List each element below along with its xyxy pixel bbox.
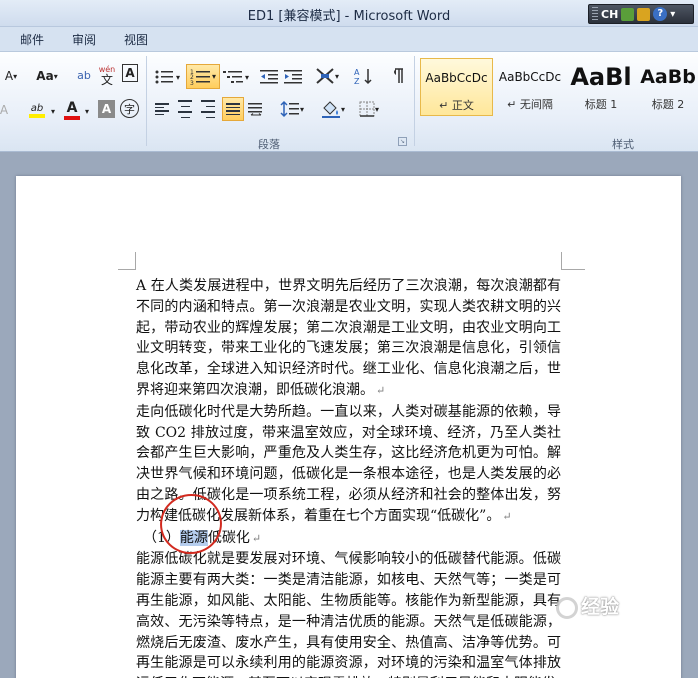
change-case-button[interactable]: Aa ▾ [32, 66, 62, 86]
paragraph-group-label: 段落 [258, 138, 280, 151]
char-border-button[interactable]: A [122, 64, 138, 82]
sort-button[interactable]: AZ [352, 64, 376, 88]
clear-format-icon[interactable]: ab [74, 64, 94, 86]
style-preview: AaBb [640, 66, 696, 88]
style-name: ↵ 正文 [439, 99, 474, 112]
style-no-spacing[interactable]: AaBbCcDc ↵ 无间隔 [496, 58, 564, 116]
style-preview: AaBl [570, 63, 632, 91]
tab-mailings[interactable]: 邮件 [20, 31, 44, 48]
style-name: 标题 1 [584, 98, 618, 111]
align-center-button[interactable] [175, 99, 195, 119]
style-normal[interactable]: AaBbCcDc ↵ 正文 [420, 58, 493, 116]
grip-icon[interactable] [592, 7, 598, 21]
chinese-layout-button[interactable]: ▾ [312, 64, 342, 88]
language-bar[interactable]: CH ? ▾ [588, 4, 694, 24]
ribbon-tabs: 邮件 审阅 视图 [0, 27, 698, 51]
multilevel-list-icon [222, 71, 243, 83]
styles-group-label: 样式 [612, 138, 634, 151]
borders-icon [359, 101, 375, 117]
chevron-down-icon[interactable]: ▾ [48, 102, 58, 120]
paragraph-mark-icon: ↵ [376, 383, 386, 397]
justify-button[interactable] [222, 97, 244, 121]
svg-text:A: A [354, 68, 360, 77]
svg-text:3: 3 [190, 80, 194, 86]
chevron-down-icon[interactable]: ▾ [670, 9, 675, 20]
ime-mode-icon[interactable] [621, 7, 635, 21]
enclose-char-button[interactable]: 字 [120, 99, 139, 118]
watermark-ring-icon [556, 596, 578, 619]
increase-indent-button[interactable] [282, 66, 304, 88]
style-name: 标题 2 [651, 98, 685, 111]
borders-button[interactable]: ▾ [354, 97, 384, 121]
line-spacing-button[interactable]: ▾ [278, 97, 306, 121]
document-body[interactable]: A 在人类发展进程中，世界文明先后经历了三次浪潮，每次浪潮都有不同的内涵和特点。… [136, 276, 561, 678]
margin-crop-mark [118, 252, 136, 270]
numbering-icon: 123 [190, 69, 210, 86]
font-color-button[interactable]: A [62, 98, 82, 122]
title-bar: ED1 [兼容模式] - Microsoft Word CH ? ▾ [0, 0, 698, 27]
paragraph-mark-icon: ↵ [502, 509, 512, 523]
increase-indent-icon [284, 70, 302, 84]
decrease-indent-icon [260, 70, 278, 84]
shrink-font-button[interactable]: A ▾ [0, 66, 22, 86]
sort-icon: AZ [354, 68, 372, 85]
decrease-indent-button[interactable] [258, 66, 280, 88]
distribute-button[interactable] [246, 99, 266, 119]
paragraph[interactable]: 能源低碳化就是要发展对环境、气候影响较小的低碳替代能源。低碳能源主要有两大类：一… [136, 549, 561, 678]
highlight-button[interactable]: ab [26, 98, 48, 122]
paragraph[interactable]: A 在人类发展进程中，世界文明先后经历了三次浪潮，每次浪潮都有不同的内涵和特点。… [136, 276, 561, 402]
align-right-button[interactable] [198, 99, 218, 119]
tab-view[interactable]: 视图 [124, 31, 148, 48]
char-shading-button[interactable]: A [98, 100, 115, 118]
ribbon: A ▾ Aa ▾ ab wén 文 A A ab ▾ A ▾ A 字 ▾ 1 2 3 ▾ ▾… [0, 51, 698, 152]
distribute-icon [248, 103, 262, 116]
style-heading-1[interactable]: AaBl 标题 1 [567, 58, 635, 116]
line-spacing-icon [280, 100, 299, 118]
pilcrow-icon [394, 68, 403, 83]
paragraph-mark-icon: ↵ [251, 531, 262, 545]
style-name: ↵ 无间隔 [507, 98, 553, 111]
watermark-logo: 经验 [556, 592, 619, 619]
shading-button[interactable]: ▾ [318, 97, 348, 121]
input-language[interactable]: CH [601, 8, 618, 21]
style-heading-2[interactable]: AaBb 标题 2 [638, 58, 698, 116]
svg-text:Z: Z [354, 77, 360, 85]
paint-bucket-icon [321, 101, 340, 118]
tab-review[interactable]: 审阅 [72, 31, 96, 48]
style-preview: AaBbCcDc [498, 70, 562, 84]
help-icon[interactable]: ? [653, 7, 668, 21]
ime-tools-icon[interactable] [637, 7, 651, 21]
phonetic-guide-button[interactable]: wén 文 [97, 62, 117, 88]
show-formatting-button[interactable] [386, 64, 410, 88]
group-divider [146, 56, 147, 146]
bullets-icon [155, 70, 173, 84]
chinese-layout-icon [316, 68, 334, 84]
text-effect-icon[interactable]: A [0, 100, 8, 120]
chevron-down-icon[interactable]: ▾ [82, 102, 92, 120]
numbering-button[interactable]: 1 2 3 ▾ [186, 64, 220, 89]
style-preview: AaBbCcDc [425, 71, 488, 85]
document-area: A 在人类发展进程中，世界文明先后经历了三次浪潮，每次浪潮都有不同的内涵和特点。… [0, 152, 698, 678]
group-divider [414, 56, 415, 146]
align-left-button[interactable] [152, 99, 172, 119]
multilevel-list-button[interactable]: ▾ [222, 66, 250, 88]
margin-crop-mark [561, 252, 585, 270]
dialog-launcher-icon[interactable]: ↘ [398, 137, 407, 146]
bullets-button[interactable]: ▾ [154, 66, 180, 88]
